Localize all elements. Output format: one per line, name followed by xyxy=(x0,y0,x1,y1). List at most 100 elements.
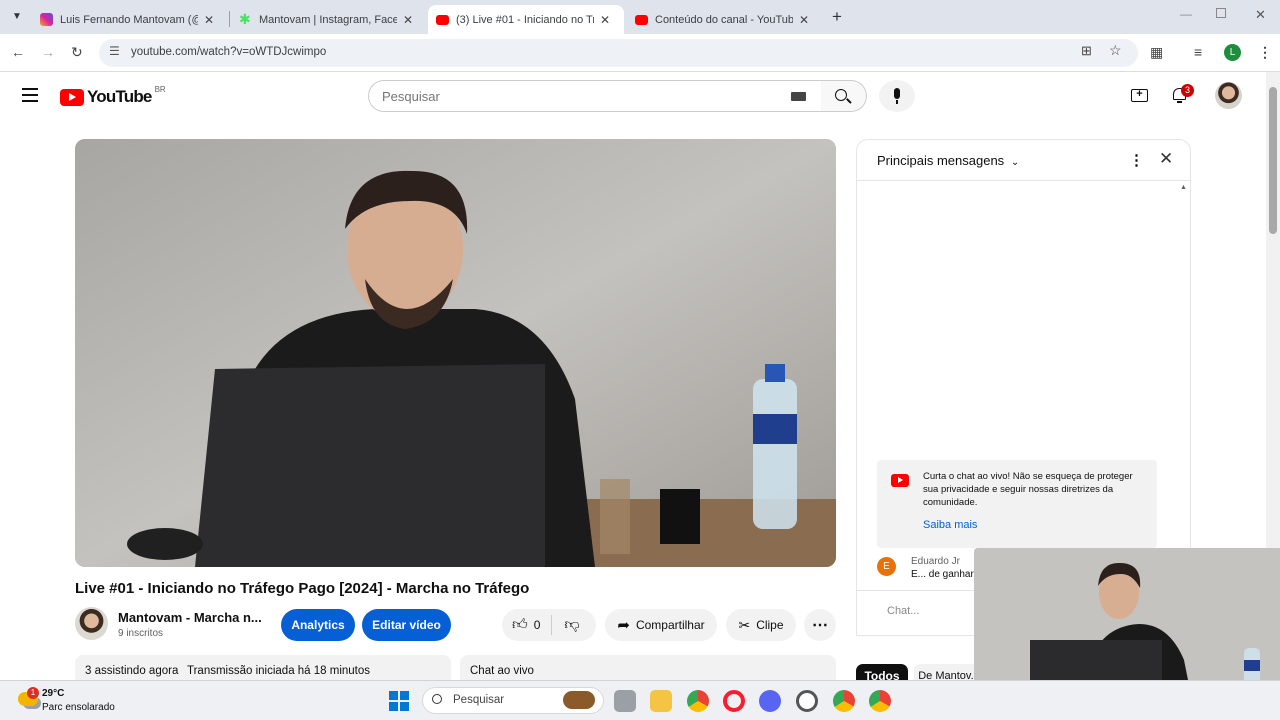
description-box[interactable]: 3 assistindo agora Transmissão iniciada … xyxy=(75,655,451,683)
channel-name[interactable]: Mantovam - Marcha n... xyxy=(118,610,262,625)
chat-author-avatar: E xyxy=(877,557,896,576)
extensions-icon[interactable]: ▦ xyxy=(1150,44,1163,61)
back-icon[interactable]: ← xyxy=(11,44,25,60)
search-input[interactable]: Pesquisar xyxy=(368,80,822,112)
watching-now: 3 assistindo agora xyxy=(85,665,179,677)
chat-mode-label: Principais mensagens xyxy=(877,153,1005,168)
chat-scroll-up-icon[interactable]: ▲ xyxy=(1180,184,1187,191)
youtube-icon xyxy=(635,14,648,25)
profile-avatar[interactable]: L xyxy=(1224,44,1241,61)
chrome-profile-2-icon[interactable] xyxy=(869,690,891,712)
file-explorer-icon[interactable] xyxy=(650,690,672,712)
discord-icon[interactable] xyxy=(759,690,781,712)
search-highlight-icon xyxy=(563,691,595,709)
close-tab-icon[interactable]: ✕ xyxy=(403,13,413,27)
share-button[interactable]: ➦ Compartilhar xyxy=(605,609,717,641)
weather-badge: 1 xyxy=(27,687,39,699)
search-button[interactable] xyxy=(821,80,867,112)
chat-welcome-text: Curta o chat ao vivo! Não se esqueça de … xyxy=(923,471,1133,508)
search-icon xyxy=(432,694,442,704)
reload-icon[interactable]: ↻ xyxy=(71,44,83,61)
close-chat-icon[interactable]: ✕ xyxy=(1159,149,1173,169)
settings-app-icon[interactable] xyxy=(796,690,818,712)
browser-tab-studio[interactable]: Conteúdo do canal - YouTube S... ✕ xyxy=(627,5,821,34)
notification-badge: 3 xyxy=(1181,84,1194,97)
youtube-icon xyxy=(436,14,449,25)
close-window-button[interactable]: ✕ xyxy=(1255,7,1266,23)
dislike-button[interactable]: 👎︎ xyxy=(564,616,579,634)
tab-title: Conteúdo do canal - YouTube S... xyxy=(655,13,793,26)
chat-more-icon[interactable]: ⋮ xyxy=(1129,151,1144,169)
site-info-icon[interactable]: ☰ xyxy=(109,44,120,58)
youtube-logo-text: YouTube xyxy=(87,87,152,106)
youtube-logo[interactable]: YouTube BR xyxy=(60,84,166,107)
analytics-button[interactable]: Analytics xyxy=(281,609,355,641)
close-tab-icon[interactable]: ✕ xyxy=(204,13,214,27)
media-control-icon[interactable]: ≡ xyxy=(1194,44,1202,60)
chat-input[interactable]: Chat... xyxy=(877,600,987,622)
video-player[interactable] xyxy=(75,139,836,567)
taskbar-search-placeholder: Pesquisar xyxy=(453,694,505,706)
chat-input-placeholder: Chat... xyxy=(887,605,920,617)
minimize-window-button[interactable]: — xyxy=(1180,7,1192,21)
chrome-profile-icon[interactable] xyxy=(833,690,855,712)
forward-icon[interactable]: → xyxy=(41,44,55,60)
bookmark-star-icon[interactable]: ☆ xyxy=(1109,42,1122,59)
more-horizontal-icon: ⋯ xyxy=(812,617,828,634)
thumbs-up-icon: 👍︎ xyxy=(512,616,528,633)
video-title: Live #01 - Iniciando no Tráfego Pago [20… xyxy=(75,580,530,597)
browser-tab-strip: ▼ Luis Fernando Mantovam (@m... ✕ ✱ Mant… xyxy=(0,0,1280,34)
tab-title: (3) Live #01 - Iniciando no Tráfe... xyxy=(456,13,594,26)
youtube-icon xyxy=(891,474,909,487)
clip-label: Clipe xyxy=(756,618,784,632)
create-video-icon[interactable]: + xyxy=(1131,89,1148,102)
weather-widget[interactable]: 1 29°C Parc ensolarado xyxy=(14,686,124,716)
voice-search-button[interactable] xyxy=(879,80,915,112)
taskbar-search[interactable]: Pesquisar xyxy=(422,687,604,714)
browser-tab-instagram[interactable]: Luis Fernando Mantovam (@m... ✕ xyxy=(32,5,226,34)
windows-start-button[interactable] xyxy=(389,691,409,711)
youtube-header: YouTube BR Pesquisar + 3 xyxy=(0,72,1266,120)
region-code: BR xyxy=(154,84,166,94)
task-view-icon[interactable] xyxy=(614,690,636,712)
keyboard-icon[interactable] xyxy=(791,92,806,101)
share-icon: ➦ xyxy=(617,617,630,634)
page-scrollbar-thumb[interactable] xyxy=(1269,87,1277,234)
search-placeholder: Pesquisar xyxy=(382,89,440,104)
address-bar[interactable]: ☰ youtube.com/watch?v=oWTDJcwimpo ⊞ ☆ xyxy=(99,39,1138,67)
instagram-icon xyxy=(40,13,53,26)
clip-button[interactable]: ✂ Clipe xyxy=(726,609,796,641)
chrome-icon[interactable] xyxy=(687,690,709,712)
url-text: youtube.com/watch?v=oWTDJcwimpo xyxy=(131,46,327,58)
close-tab-icon[interactable]: ✕ xyxy=(600,13,610,27)
share-label: Compartilhar xyxy=(635,618,705,632)
opera-icon[interactable] xyxy=(723,690,745,712)
browser-tab-live[interactable]: (3) Live #01 - Iniciando no Tráfe... ✕ xyxy=(428,5,624,34)
browser-tab-linktree[interactable]: ✱ Mantovam | Instagram, Faceboo... ✕ xyxy=(231,5,425,34)
account-avatar[interactable] xyxy=(1215,82,1242,109)
new-tab-button[interactable]: + xyxy=(832,7,842,27)
edit-video-button[interactable]: Editar vídeo xyxy=(362,609,451,641)
weather-description: Parc ensolarado xyxy=(42,702,115,713)
close-tab-icon[interactable]: ✕ xyxy=(799,13,809,27)
chat-author-name: Eduardo Jr xyxy=(911,556,960,567)
live-chat-replay-box[interactable]: Chat ao vivo xyxy=(460,655,836,683)
guide-menu-icon[interactable] xyxy=(22,88,38,102)
more-actions-button[interactable]: ⋯ xyxy=(804,609,836,641)
search-icon xyxy=(835,89,847,101)
browser-menu-icon[interactable]: ⋮ xyxy=(1258,44,1272,61)
tab-search-dropdown[interactable]: ▼ xyxy=(8,8,26,26)
maximize-window-button[interactable] xyxy=(1216,8,1226,18)
video-frame xyxy=(75,139,836,567)
microphone-icon xyxy=(894,88,900,99)
learn-more-link[interactable]: Saiba mais xyxy=(923,519,977,531)
browser-toolbar: ← → ↻ ☰ youtube.com/watch?v=oWTDJcwimpo … xyxy=(0,34,1280,72)
linktree-icon: ✱ xyxy=(239,11,251,27)
install-app-icon[interactable]: ⊞ xyxy=(1081,43,1092,59)
channel-avatar[interactable] xyxy=(75,607,108,640)
chat-mode-dropdown[interactable]: Principais mensagens ⌄ xyxy=(877,153,1019,168)
tab-title: Luis Fernando Mantovam (@m... xyxy=(60,13,198,26)
chat-welcome-banner: Curta o chat ao vivo! Não se esqueça de … xyxy=(877,460,1157,548)
like-button[interactable]: 👍︎ 0 xyxy=(502,616,540,634)
subscriber-count: 9 inscritos xyxy=(118,628,164,639)
